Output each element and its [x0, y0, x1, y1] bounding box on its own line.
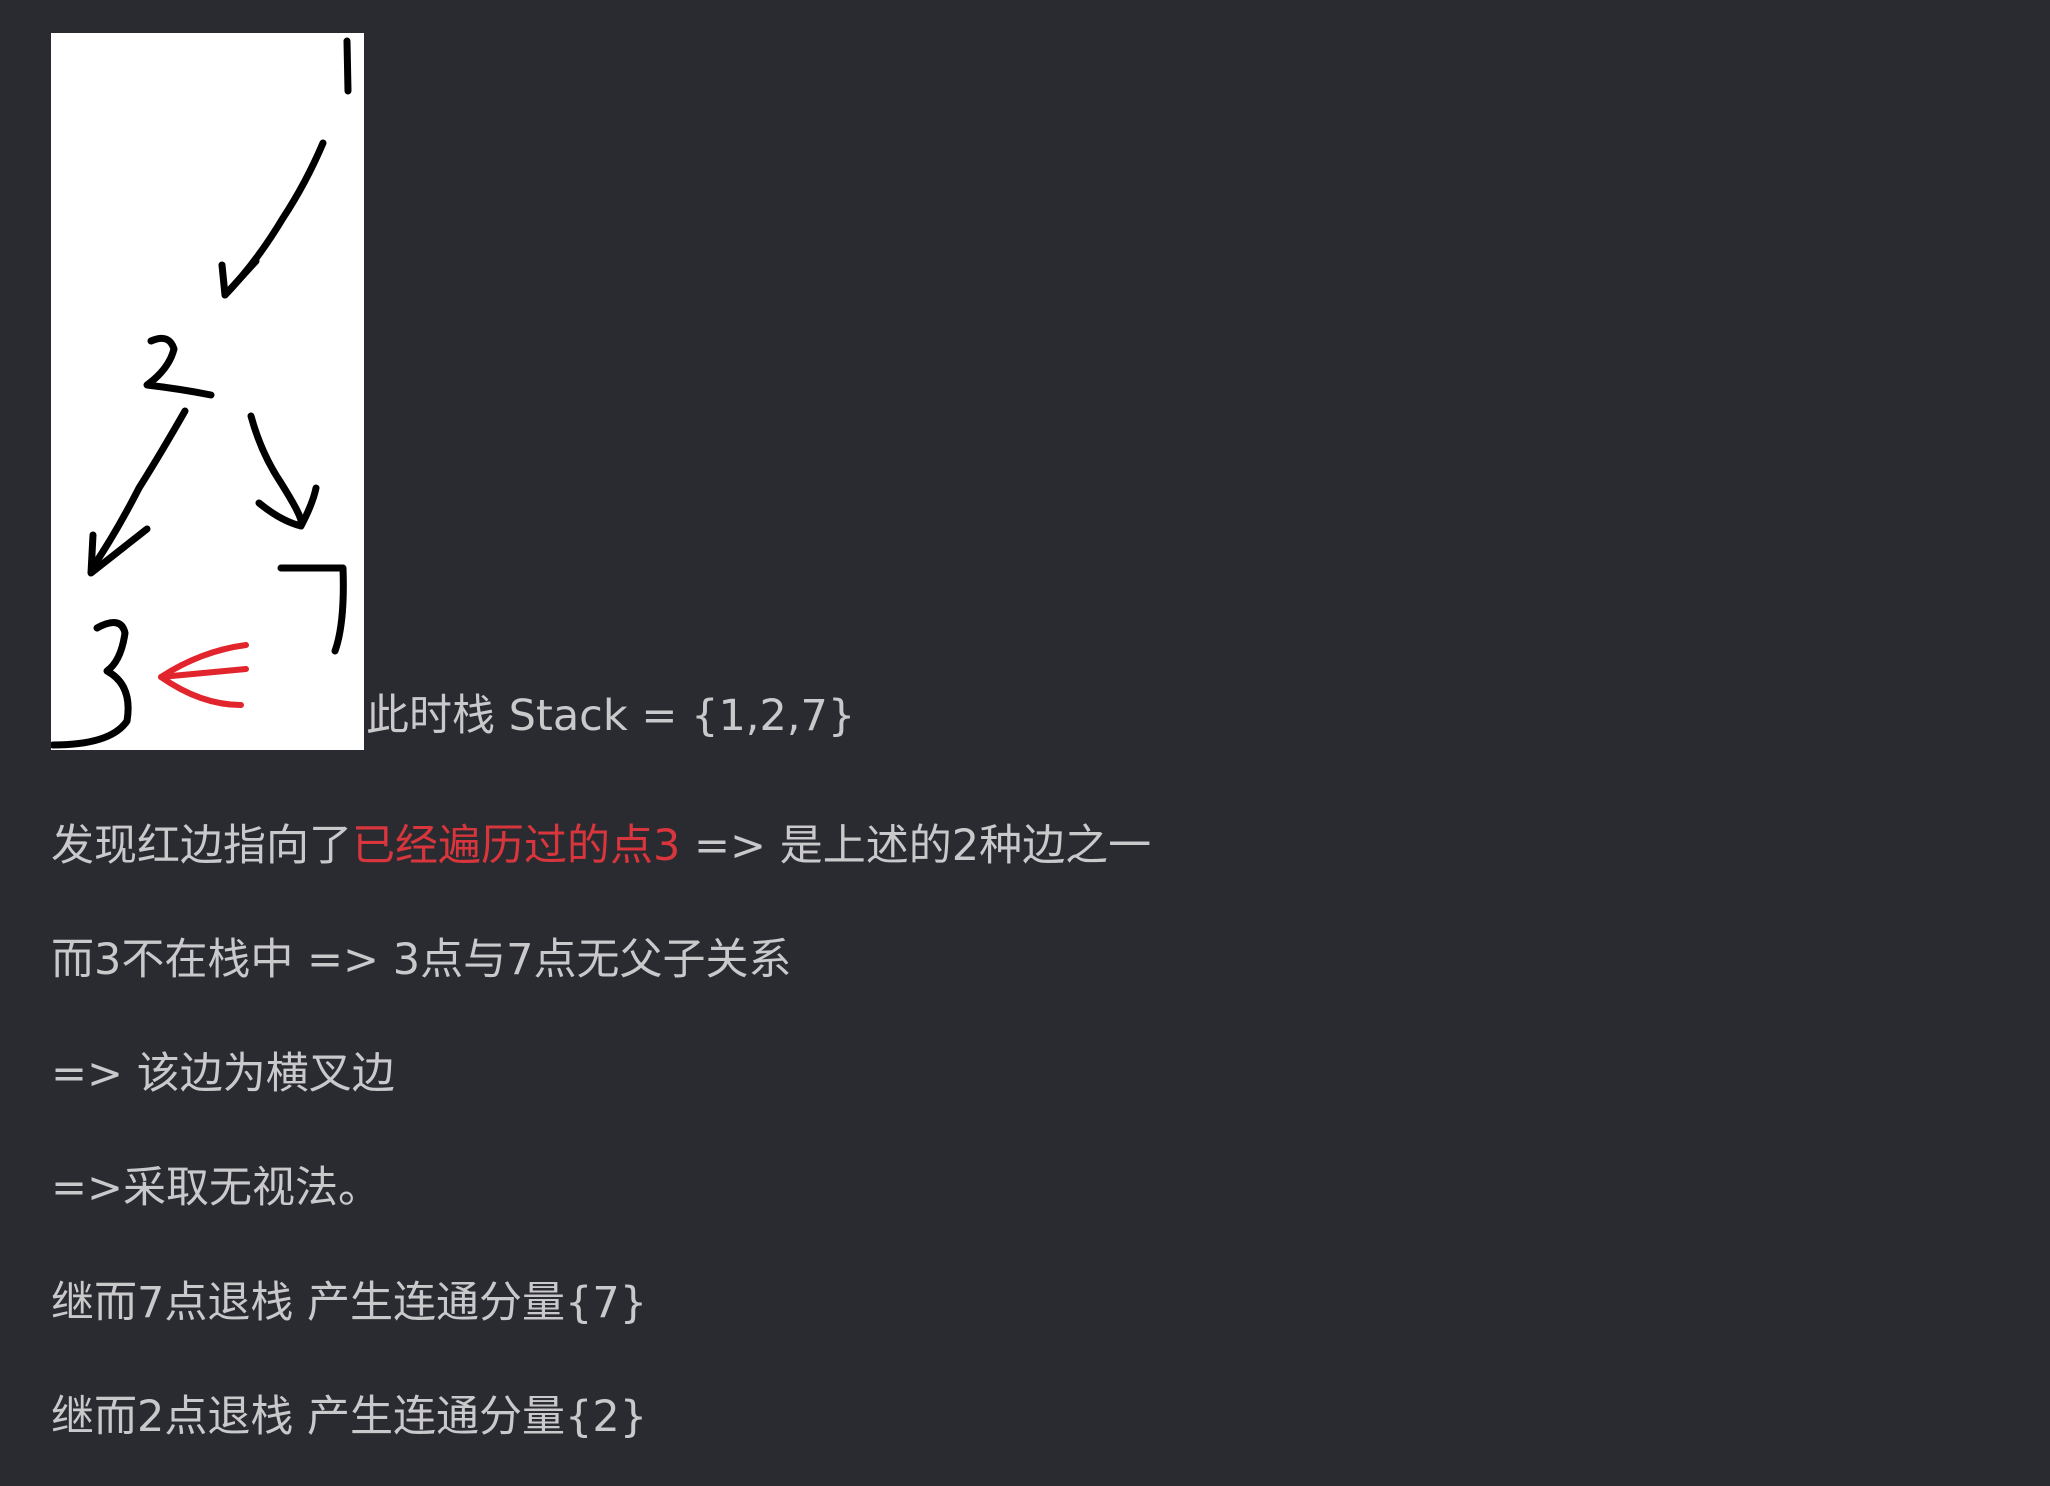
node-2-glyph: [143, 334, 215, 399]
hand-drawn-graph-image: [51, 33, 364, 750]
edge-1-2: [221, 139, 327, 299]
paragraph-ignore-method: =>采取无视法。: [51, 1163, 382, 1213]
paragraph-not-in-stack: 而3不在栈中 => 3点与7点无父子关系: [51, 935, 792, 985]
paragraph-pop-2: 继而2点退栈 产生连通分量{2}: [51, 1392, 648, 1442]
p1-text-before: 发现红边指向了: [51, 821, 352, 871]
paragraph-found-red-edge: 发现红边指向了已经遍历过的点3 => 是上述的2种边之一: [51, 825, 1151, 868]
stack-caption: 此时栈 Stack = {1,2,7}: [366, 691, 856, 741]
figure-line: 此时栈 Stack = {1,2,7}: [51, 33, 2001, 750]
paragraph-pop-7: 继而7点退栈 产生连通分量{7}: [51, 1278, 648, 1328]
paragraph-cross-edge: => 该边为横叉边: [51, 1049, 395, 1099]
edge-1-2-arrowhead: [218, 257, 260, 299]
document-body: 此时栈 Stack = {1,2,7} 发现红边指向了已经遍历过的点3 => 是…: [51, 33, 2001, 1439]
p1-highlight-text: 已经遍历过的点3: [352, 821, 681, 871]
red-cross-edge-arrow: [158, 642, 249, 708]
node-1-glyph: [343, 37, 352, 95]
p1-text-after: => 是上述的2种边之一: [680, 821, 1152, 871]
graph-sketch-svg: [51, 37, 352, 749]
edge-2-3: [89, 407, 189, 571]
node-7-glyph: [277, 564, 347, 655]
node-3-glyph: [51, 619, 132, 749]
